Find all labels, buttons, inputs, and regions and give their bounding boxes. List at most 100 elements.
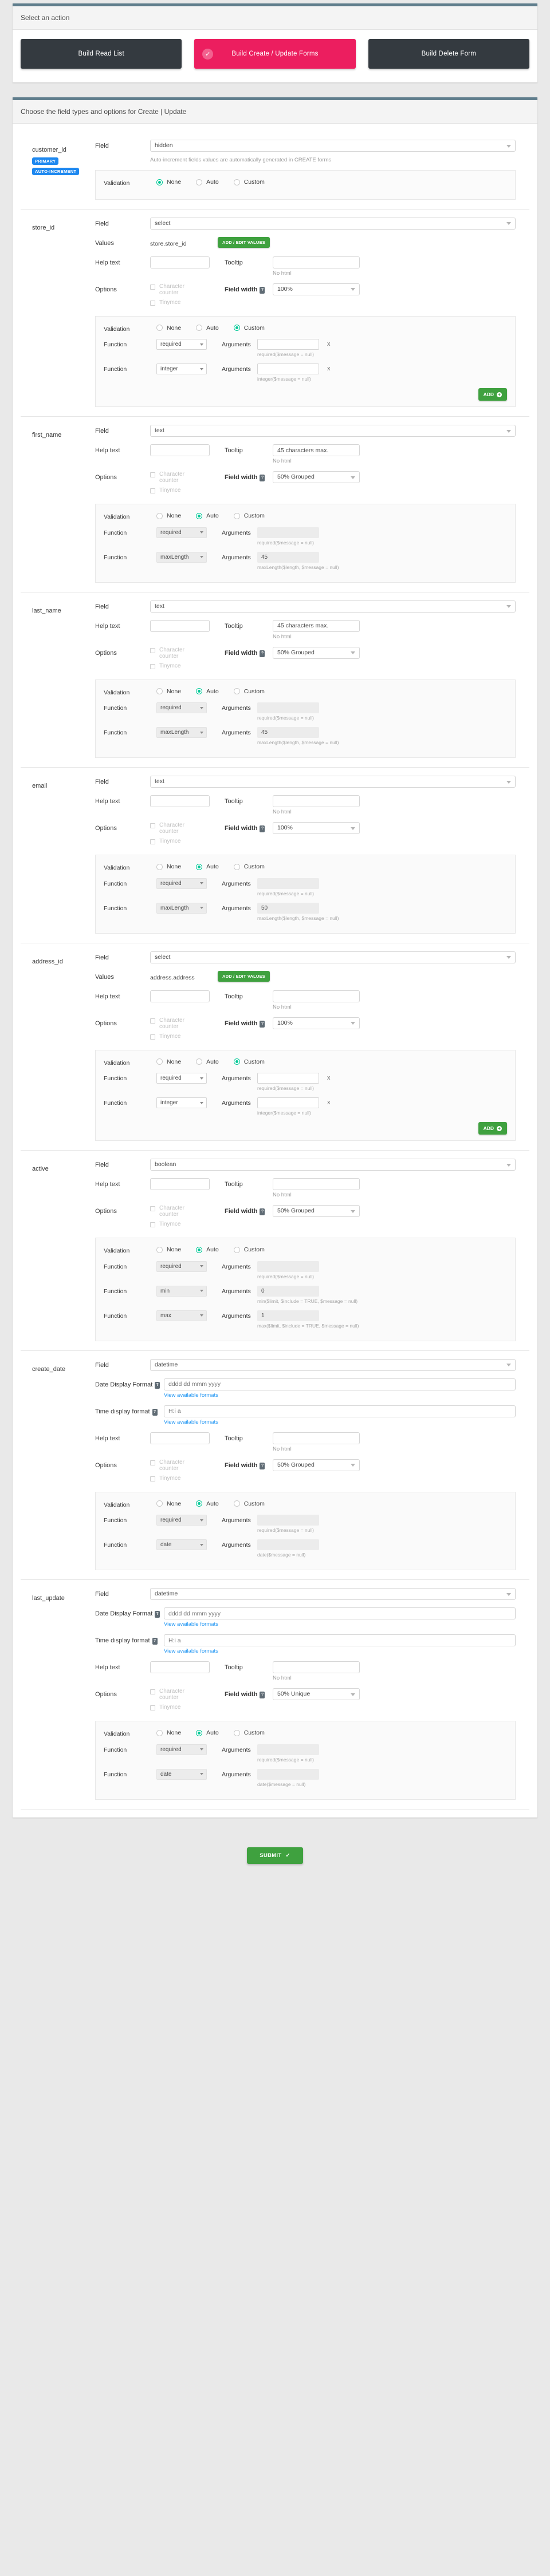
arguments-input[interactable] xyxy=(257,339,319,350)
checkbox-tinymce[interactable] xyxy=(150,839,155,844)
action-button-1[interactable]: ✓ Build Create / Update Forms xyxy=(194,39,356,69)
checkbox-tinymce[interactable] xyxy=(150,1705,155,1710)
submit-button[interactable]: SUBMIT ✓ xyxy=(247,1847,303,1864)
field-width-select[interactable]: 100% xyxy=(273,283,360,295)
arguments-input[interactable] xyxy=(257,1097,319,1108)
tooltip-input[interactable] xyxy=(273,990,360,1002)
field-type-select[interactable]: hidden xyxy=(150,140,516,152)
function-select[interactable]: integer xyxy=(156,364,207,374)
validation-radio-auto[interactable]: Auto xyxy=(196,1246,219,1253)
validation-radio-custom[interactable]: Custom xyxy=(233,1500,265,1507)
checkbox-item-tinymce[interactable]: Tinymce xyxy=(150,299,210,306)
checkbox-item-character-counter[interactable]: Character counter xyxy=(150,822,210,835)
date-display-format-help-icon[interactable]: ? xyxy=(155,1381,160,1389)
validation-radio-auto[interactable]: Auto xyxy=(196,179,219,185)
field-width-help-icon[interactable]: ? xyxy=(260,1462,265,1469)
checkbox-item-character-counter[interactable]: Character counter xyxy=(150,283,210,296)
arguments-input[interactable] xyxy=(257,527,319,538)
view-available-formats-link[interactable]: View available formats xyxy=(164,1419,516,1425)
action-button-0[interactable]: Build Read List xyxy=(21,39,182,69)
add-edit-values-button[interactable]: ADD / EDIT VALUES xyxy=(218,970,270,982)
tooltip-input[interactable] xyxy=(273,795,360,807)
remove-function-button[interactable]: x xyxy=(327,339,331,347)
field-type-select[interactable]: select xyxy=(150,951,516,963)
field-type-select[interactable]: datetime xyxy=(150,1358,516,1371)
view-available-formats-link[interactable]: View available formats xyxy=(164,1392,516,1398)
function-select[interactable]: required xyxy=(156,1515,207,1526)
validation-radio-custom[interactable]: Custom xyxy=(233,512,265,519)
checkbox-tinymce[interactable] xyxy=(150,1034,155,1040)
validation-radio-none[interactable]: None xyxy=(156,1500,181,1507)
field-width-select[interactable]: 50% Grouped xyxy=(273,1459,360,1471)
arguments-input[interactable] xyxy=(257,878,319,889)
field-type-select[interactable]: text xyxy=(150,600,516,613)
field-width-help-icon[interactable]: ? xyxy=(260,1208,265,1215)
function-select[interactable]: min xyxy=(156,1285,207,1297)
checkbox-character-counter[interactable] xyxy=(150,1018,155,1024)
field-width-help-icon[interactable]: ? xyxy=(260,650,265,657)
checkbox-tinymce[interactable] xyxy=(150,488,155,493)
tooltip-input[interactable] xyxy=(273,444,360,456)
function-select[interactable]: required xyxy=(156,1073,207,1084)
date-display-format-help-icon[interactable]: ? xyxy=(155,1611,160,1618)
checkbox-character-counter[interactable] xyxy=(150,1460,155,1465)
checkbox-character-counter[interactable] xyxy=(150,284,155,290)
help-text-input[interactable] xyxy=(150,795,210,807)
field-type-select[interactable]: select xyxy=(150,217,516,230)
help-text-input[interactable] xyxy=(150,1178,210,1190)
function-select[interactable]: integer xyxy=(156,1097,207,1108)
tooltip-input[interactable] xyxy=(273,1432,360,1444)
validation-radio-custom[interactable]: Custom xyxy=(233,688,265,695)
checkbox-item-character-counter[interactable]: Character counter xyxy=(150,647,210,659)
validation-radio-none[interactable]: None xyxy=(156,325,181,331)
validation-radio-auto[interactable]: Auto xyxy=(196,1500,219,1507)
validation-radio-custom[interactable]: Custom xyxy=(233,1729,265,1736)
remove-function-button[interactable]: x xyxy=(327,1097,331,1106)
field-width-help-icon[interactable]: ? xyxy=(260,1692,265,1698)
field-width-select[interactable]: 100% xyxy=(273,1017,360,1029)
checkbox-tinymce[interactable] xyxy=(150,1222,155,1227)
checkbox-item-tinymce[interactable]: Tinymce xyxy=(150,1704,210,1710)
time-display-format-help-icon[interactable]: ? xyxy=(152,1638,158,1645)
help-text-input[interactable] xyxy=(150,1661,210,1673)
field-width-select[interactable]: 50% Grouped xyxy=(273,646,360,659)
time-display-format-input[interactable] xyxy=(164,1634,516,1646)
validation-radio-none[interactable]: None xyxy=(156,863,181,870)
checkbox-item-character-counter[interactable]: Character counter xyxy=(150,1688,210,1701)
checkbox-tinymce[interactable] xyxy=(150,663,155,669)
arguments-input[interactable] xyxy=(257,1261,319,1272)
time-display-format-help-icon[interactable]: ? xyxy=(152,1408,158,1416)
arguments-input[interactable] xyxy=(257,727,319,738)
arguments-input[interactable] xyxy=(257,902,319,914)
checkbox-character-counter[interactable] xyxy=(150,823,155,828)
validation-radio-none[interactable]: None xyxy=(156,1729,181,1736)
date-display-format-input[interactable] xyxy=(164,1607,516,1619)
validation-radio-none[interactable]: None xyxy=(156,512,181,519)
field-width-help-icon[interactable]: ? xyxy=(260,825,265,832)
validation-radio-custom[interactable]: Custom xyxy=(233,1058,265,1065)
field-width-select[interactable]: 50% Grouped xyxy=(273,1205,360,1217)
field-width-help-icon[interactable]: ? xyxy=(260,286,265,294)
remove-function-button[interactable]: x xyxy=(327,1073,331,1081)
arguments-input[interactable] xyxy=(257,1515,319,1526)
tooltip-input[interactable] xyxy=(273,256,360,268)
checkbox-tinymce[interactable] xyxy=(150,1476,155,1481)
function-select[interactable]: required xyxy=(156,1744,207,1755)
validation-radio-auto[interactable]: Auto xyxy=(196,512,219,519)
arguments-input[interactable] xyxy=(257,1768,319,1780)
function-select[interactable]: max xyxy=(156,1310,207,1321)
help-text-input[interactable] xyxy=(150,990,210,1002)
arguments-input[interactable] xyxy=(257,1073,319,1084)
view-available-formats-link[interactable]: View available formats xyxy=(164,1648,516,1654)
tooltip-input[interactable] xyxy=(273,1178,360,1190)
function-select[interactable]: required xyxy=(156,527,207,538)
validation-radio-custom[interactable]: Custom xyxy=(233,1246,265,1253)
checkbox-item-tinymce[interactable]: Tinymce xyxy=(150,1475,210,1481)
arguments-input[interactable] xyxy=(257,1744,319,1755)
view-available-formats-link[interactable]: View available formats xyxy=(164,1621,516,1627)
checkbox-item-tinymce[interactable]: Tinymce xyxy=(150,487,210,493)
field-type-select[interactable]: text xyxy=(150,425,516,437)
checkbox-tinymce[interactable] xyxy=(150,300,155,306)
remove-function-button[interactable]: x xyxy=(327,364,331,372)
checkbox-character-counter[interactable] xyxy=(150,1206,155,1211)
